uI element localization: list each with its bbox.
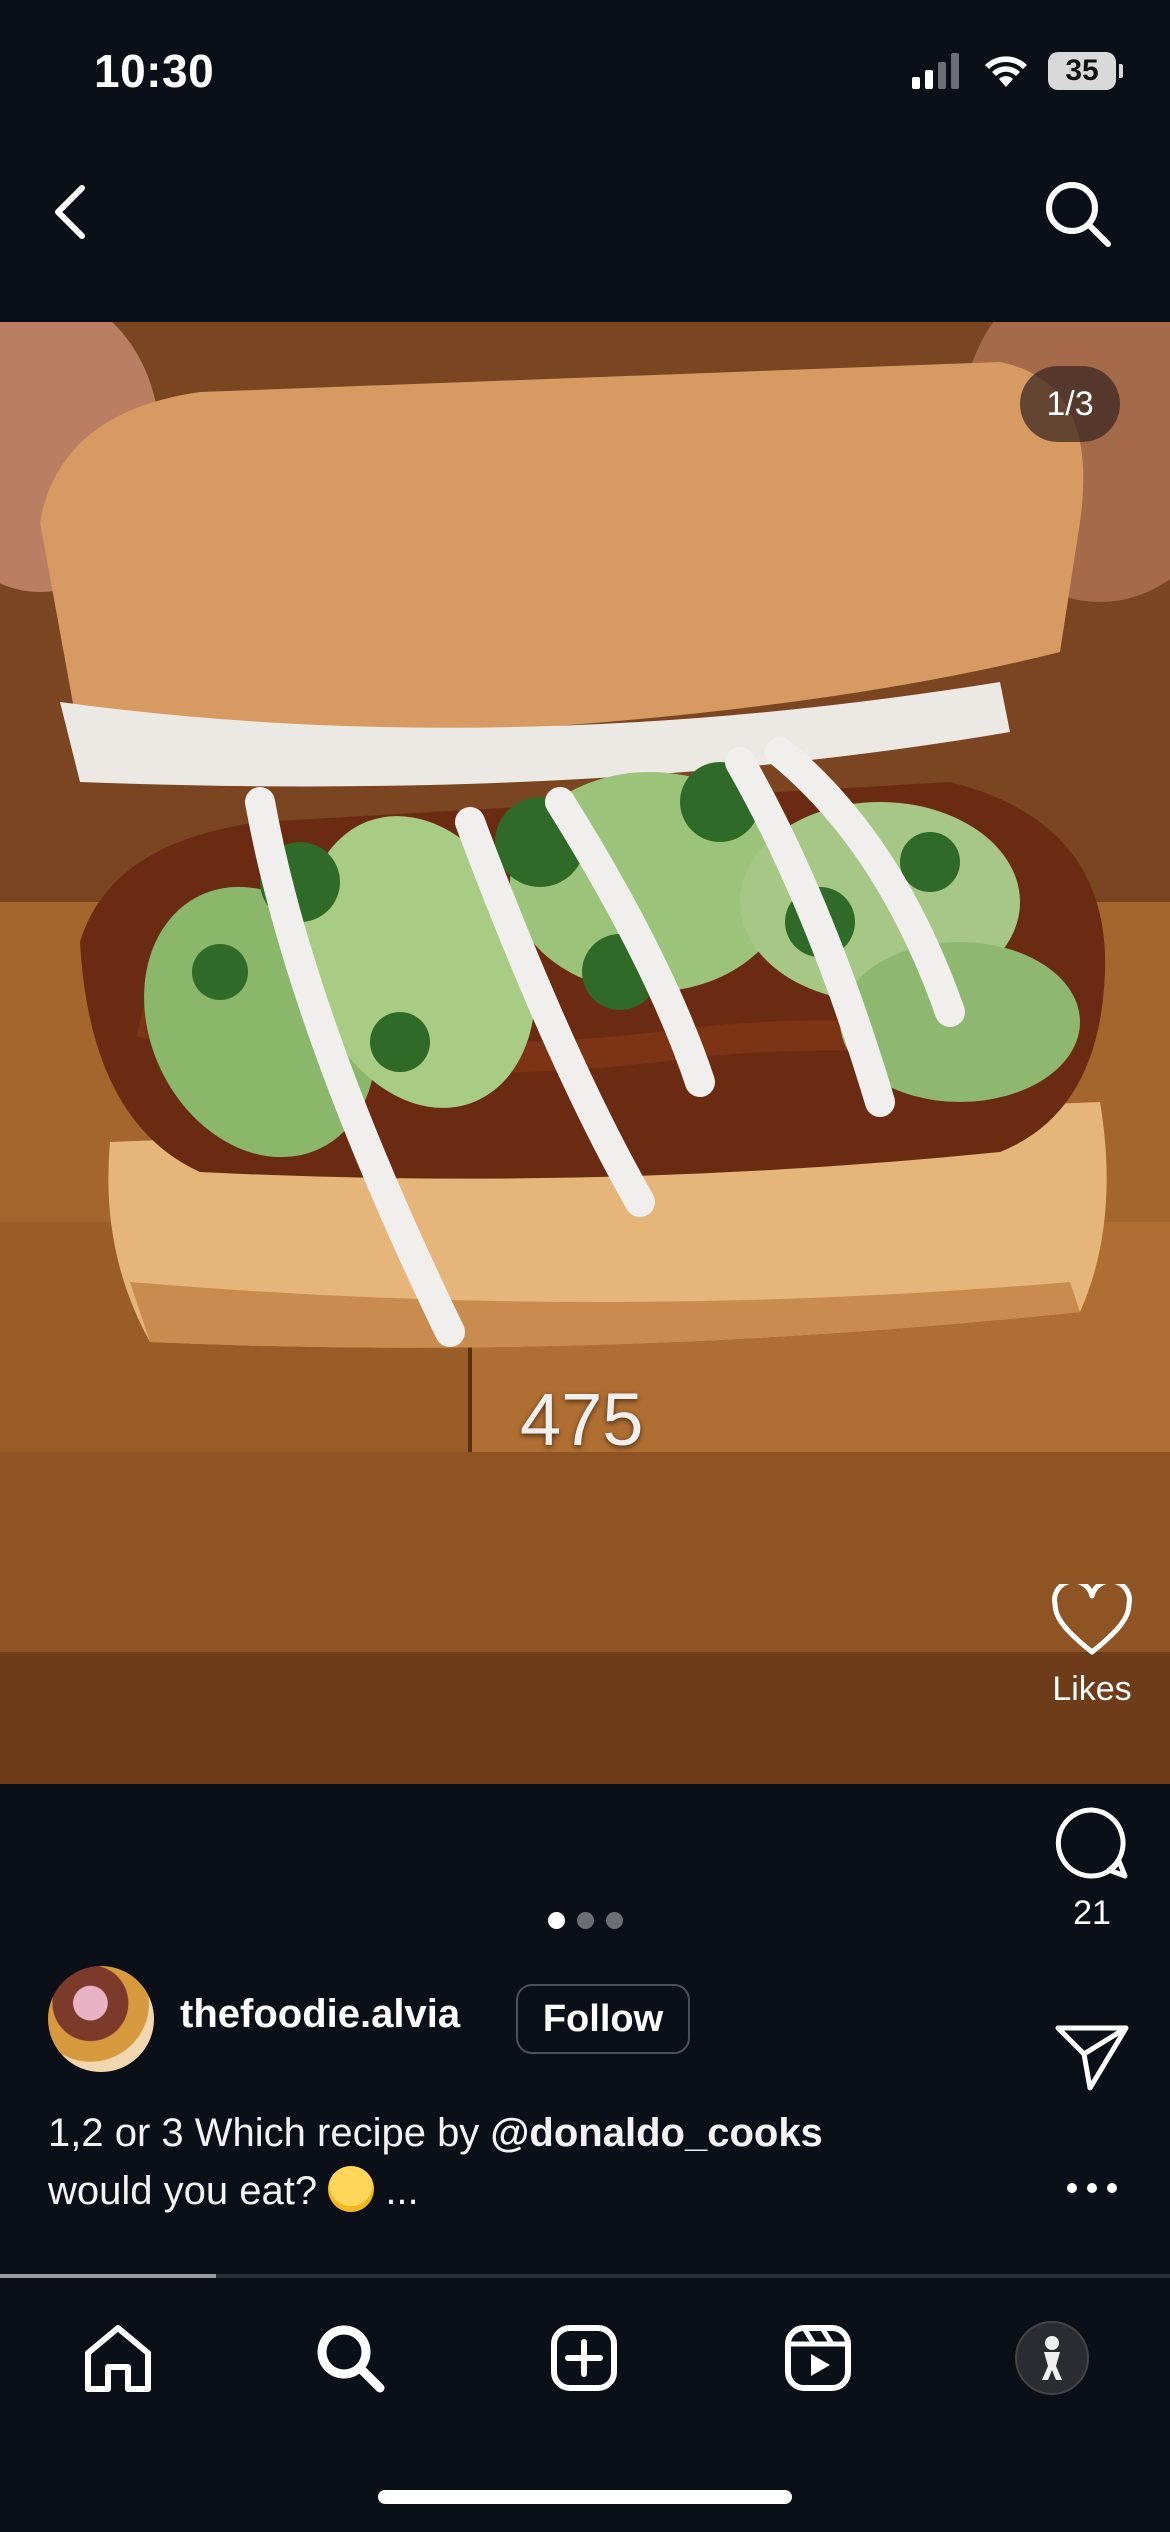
carousel-dot-1 — [547, 1912, 565, 1929]
media-progress-fill — [0, 2274, 216, 2278]
status-icons: 35 — [912, 52, 1123, 90]
nav-profile[interactable] — [1012, 2318, 1092, 2398]
caption-text-continued: would you eat? — [48, 2169, 329, 2213]
share-button[interactable] — [1052, 2022, 1132, 2092]
heart-icon — [1052, 1584, 1132, 1655]
comment-icon — [1055, 1807, 1128, 1879]
image-counter-badge: 1/3 — [1020, 366, 1120, 442]
caption-mention-link[interactable]: @donaldo_cooks — [490, 2111, 822, 2155]
caption-text: 1,2 or 3 Which recipe by — [48, 2111, 491, 2155]
post-photo[interactable]: 1/3 475 — [0, 322, 1170, 1784]
carousel-dot-3 — [605, 1912, 623, 1929]
more-options-button[interactable] — [1052, 2166, 1132, 2210]
author-avatar[interactable] — [48, 1966, 154, 2072]
author-username[interactable]: thefoodie.alvia — [180, 1992, 460, 2037]
battery-icon: 35 — [1048, 52, 1123, 90]
drooling-face-emoji-icon — [328, 2166, 375, 2212]
carousel-pagination — [0, 1912, 1170, 1929]
home-indicator — [378, 2490, 792, 2504]
search-icon — [1046, 182, 1111, 247]
carousel-dot-2 — [576, 1912, 594, 1929]
profile-icon — [1042, 2336, 1062, 2380]
nav-create[interactable] — [544, 2318, 624, 2398]
like-button[interactable]: Likes — [1052, 1584, 1132, 1709]
cellular-signal-icon — [912, 53, 959, 89]
post-caption[interactable]: 1,2 or 3 Which recipe by @donaldo_cooks … — [48, 2104, 1008, 2220]
wifi-icon — [985, 56, 1027, 87]
back-button[interactable] — [40, 174, 100, 250]
profile-avatar — [1015, 2321, 1089, 2395]
search-button[interactable] — [1038, 174, 1118, 254]
likes-label: Likes — [1052, 1670, 1132, 1708]
sandwich-image — [0, 322, 1170, 1784]
create-icon — [551, 2325, 617, 2391]
reels-icon — [785, 2325, 851, 2391]
follow-button[interactable]: Follow — [516, 1984, 690, 2054]
nav-home[interactable] — [78, 2318, 158, 2398]
nav-search[interactable] — [310, 2318, 390, 2398]
send-icon — [1055, 2025, 1129, 2091]
ellipsis-icon — [1067, 2183, 1117, 2193]
home-icon — [85, 2325, 151, 2392]
caption-more-link[interactable]: ... — [374, 2169, 418, 2213]
status-time: 10:30 — [94, 45, 215, 97]
nav-reels[interactable] — [778, 2318, 858, 2398]
search-icon — [317, 2325, 385, 2393]
chevron-left-icon — [55, 185, 85, 239]
image-overlay-number: 475 — [520, 1378, 644, 1461]
